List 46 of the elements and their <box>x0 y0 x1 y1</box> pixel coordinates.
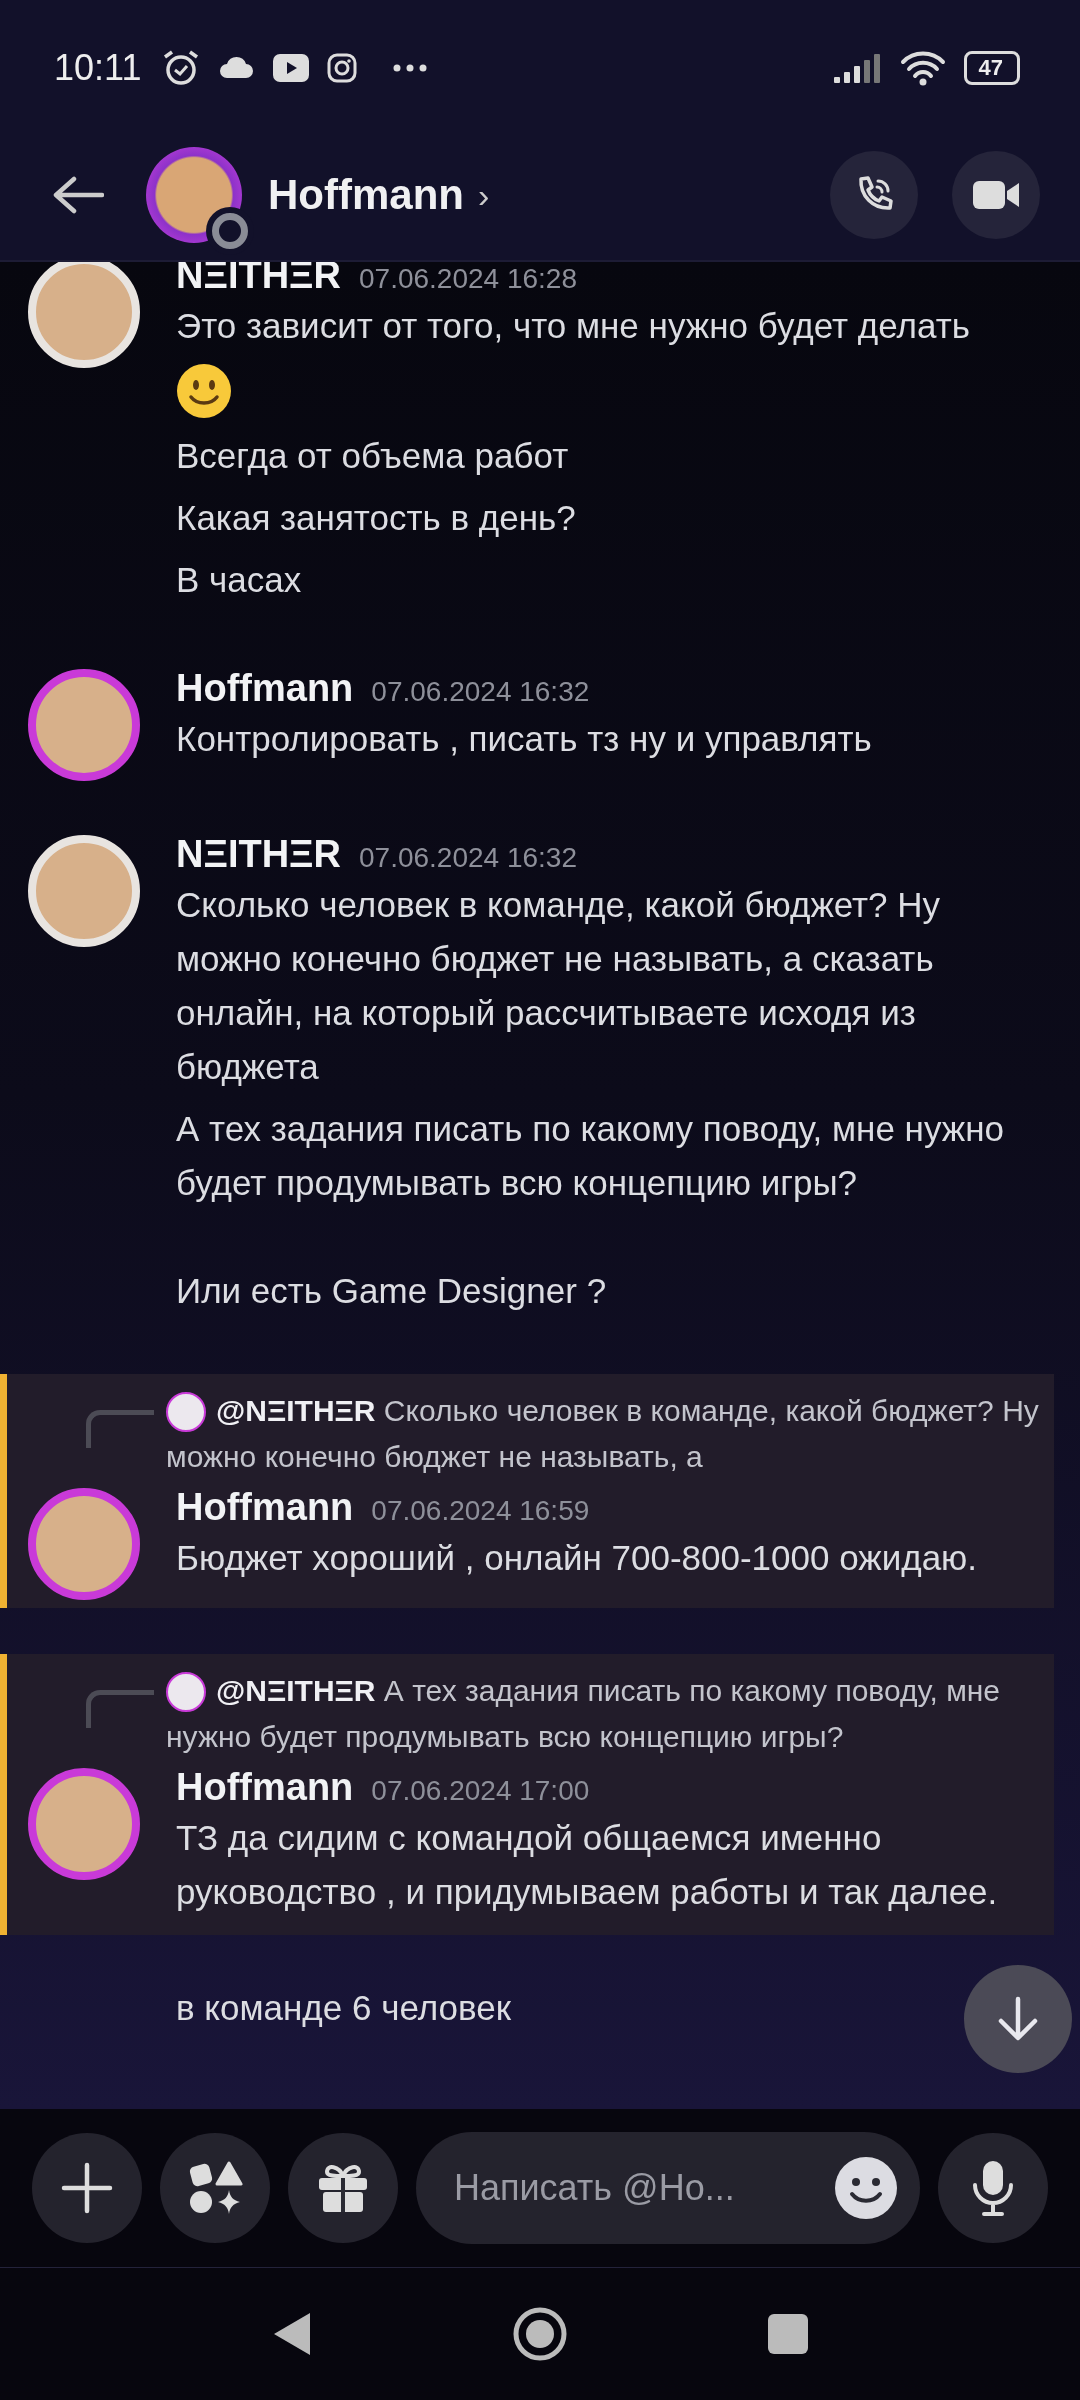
back-icon[interactable] <box>272 2311 312 2357</box>
smiley-emoji-icon <box>176 363 232 419</box>
battery-indicator: 47 <box>963 51 1020 85</box>
chat-title[interactable]: Hoffmann <box>268 171 464 219</box>
timestamp: 07.06.2024 16:59 <box>371 1495 590 1527</box>
more-icon <box>393 64 428 72</box>
message-text: в команде 6 человек <box>176 1987 511 2029</box>
message-text: А тех задания писать по какому поводу, мне нужно будет продумывать всю концепцию игры? Или есть Game Designer ? <box>176 1108 1005 1312</box>
message-text: Всегда от объема работ <box>176 435 569 477</box>
reply-preview[interactable]: @NΞITHΞR А тех задания писать по какому поводу, мне нужно будет продумывать всю концепцию игры? <box>166 1668 1054 1760</box>
video-camera-icon <box>972 178 1020 212</box>
message-text: Контролировать , писать тз ну и управлять <box>176 718 872 760</box>
message-text: Какая занятость в день? <box>176 497 576 539</box>
author-name[interactable]: NΞITHΞR <box>176 833 341 876</box>
back-arrow-icon[interactable] <box>52 175 104 215</box>
message-input[interactable]: Написать @Ho... <box>452 2166 826 2210</box>
emoji-icon[interactable] <box>834 2156 898 2220</box>
microphone-icon <box>971 2159 1015 2217</box>
author-name[interactable]: NΞITHΞR <box>176 262 341 297</box>
message-text: Сколько человек в команде, какой бюджет? Ну можно конечно бюджет не называть, а сказать онлайн, на который рассчитываете исходя из бюджета <box>176 884 942 1088</box>
timestamp: 07.06.2024 16:32 <box>371 676 590 708</box>
author-name[interactable]: Hoffmann <box>176 1486 354 1529</box>
timestamp: 07.06.2024 16:28 <box>359 263 577 295</box>
plus-icon <box>61 2162 113 2214</box>
message-text: В часах <box>176 559 302 601</box>
cloud-icon <box>219 56 256 80</box>
timestamp: 07.06.2024 17:00 <box>371 1775 590 1807</box>
message-text: Это зависит от того, что мне нужно будет делать <box>176 305 970 347</box>
wifi-icon <box>899 50 946 86</box>
signal-icon <box>833 53 882 83</box>
status-time: 10:11 <box>54 47 142 89</box>
home-icon[interactable] <box>512 2306 568 2362</box>
play-icon <box>273 54 310 82</box>
camera-icon <box>327 53 358 83</box>
shapes-icon <box>187 2160 243 2216</box>
message-text: ТЗ да сидим с командой общаемся именно руководство , и придумываем работы и так далее. <box>176 1817 999 1913</box>
timestamp: 07.06.2024 16:32 <box>359 842 577 874</box>
reply-connector <box>86 1410 154 1448</box>
author-name[interactable]: Hoffmann <box>176 667 354 710</box>
author-name[interactable]: Hoffmann <box>176 1766 354 1809</box>
reply-connector <box>86 1690 154 1728</box>
chevron: › <box>478 175 490 215</box>
down-arrow-icon <box>996 1996 1040 2042</box>
reply-preview[interactable]: @NΞITHΞR Сколько человек в команде, какой бюджет? Ну можно конечно бюджет не называть, а <box>166 1388 1054 1480</box>
message-text: Бюджет хороший , онлайн 700-800-1000 ожидаю. <box>176 1537 978 1579</box>
message-input-field[interactable]: Написать @Ho... <box>416 2132 920 2244</box>
